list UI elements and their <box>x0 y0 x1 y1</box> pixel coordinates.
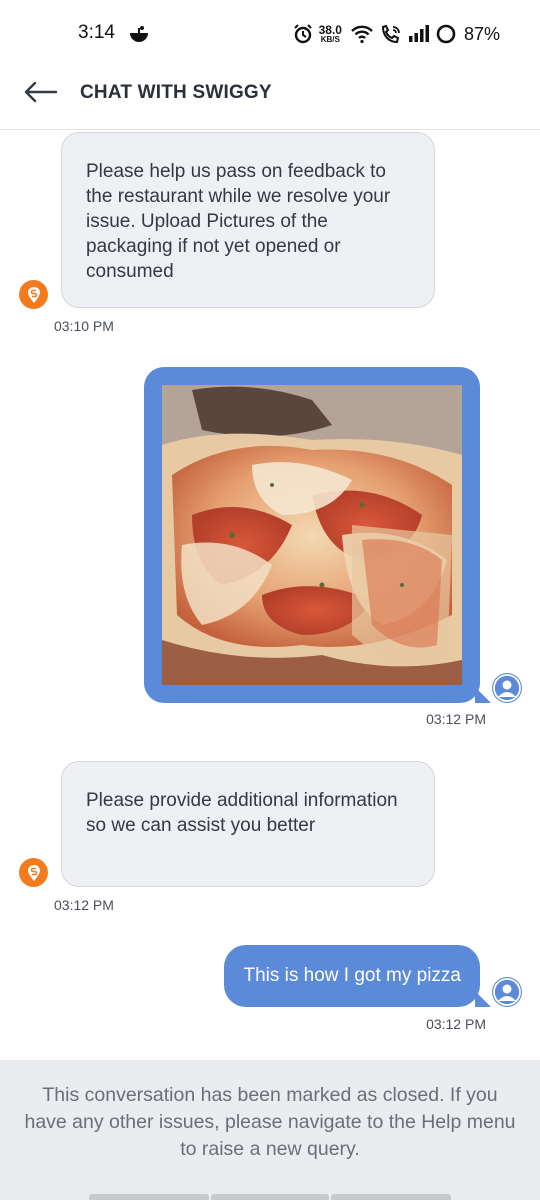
nav-bar-segment <box>211 1194 329 1200</box>
back-arrow-icon[interactable] <box>22 80 58 104</box>
message-timestamp: 03:12 PM <box>54 897 114 913</box>
message-text: Please provide additional information so… <box>86 790 398 836</box>
bot-message-bubble: Please help us pass on feedback to the r… <box>61 132 435 308</box>
alarm-icon <box>293 24 312 44</box>
status-time: 3:14 <box>78 22 115 43</box>
battery-percent: 87% <box>463 23 500 44</box>
conversation-closed-banner: This conversation has been marked as clo… <box>0 1060 540 1200</box>
wifi-call-icon <box>381 24 400 44</box>
nav-bar-segment <box>331 1194 451 1200</box>
page-title: CHAT WITH SWIGGY <box>80 82 272 103</box>
chat-header: CHAT WITH SWIGGY <box>0 68 540 130</box>
message-timestamp: 03:12 PM <box>426 1016 486 1032</box>
pizza-photo[interactable] <box>162 385 462 685</box>
user-avatar-icon <box>492 673 522 703</box>
message-text: Please help us pass on feedback to the r… <box>86 161 391 282</box>
message-timestamp: 03:10 PM <box>54 318 114 334</box>
user-image-message[interactable] <box>144 367 491 703</box>
status-icons: 38.0 KB/S 87% <box>293 22 500 46</box>
status-bar: 3:14 38.0 KB/S 87% <box>0 0 540 68</box>
bot-message-bubble: Please provide additional information so… <box>61 761 435 887</box>
closed-notice-text: This conversation has been marked as clo… <box>24 1084 516 1160</box>
message-text: This is how I got my pizza <box>243 965 461 986</box>
swiggy-avatar-icon <box>19 858 48 887</box>
battery-icon <box>436 24 456 44</box>
network-speed: 38.0 KB/S <box>318 23 342 44</box>
user-message-bubble: This is how I got my pizza <box>224 945 491 1007</box>
swiggy-avatar-icon <box>19 280 48 309</box>
nav-bar-segment <box>89 1194 209 1200</box>
message-timestamp: 03:12 PM <box>426 711 486 727</box>
app-notification-icon <box>130 26 148 42</box>
signal-icon <box>408 25 429 42</box>
wifi-icon <box>351 25 373 44</box>
user-avatar-icon <box>492 977 522 1007</box>
